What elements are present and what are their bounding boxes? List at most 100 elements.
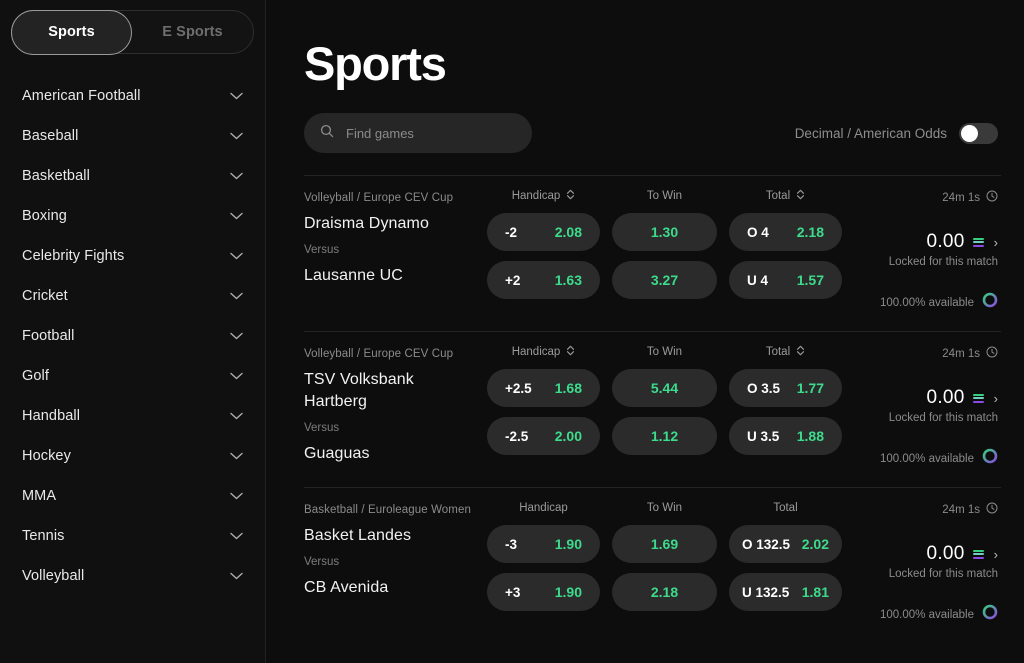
tab-esports-label: E Sports	[162, 24, 223, 40]
sidebar-item-hockey[interactable]: Hockey	[0, 436, 265, 476]
sidebar-item-label: Cricket	[22, 288, 68, 304]
sidebar-item-golf[interactable]: Golf	[0, 356, 265, 396]
search-input[interactable]: Find games	[304, 113, 532, 153]
toggle-knob	[961, 124, 978, 142]
match-timer-label: 24m 1s	[942, 347, 980, 360]
market-header: To Win	[612, 188, 717, 204]
sidebar-item-mma[interactable]: MMA	[0, 476, 265, 516]
market-header-label: To Win	[646, 346, 683, 358]
chevron-down-icon	[230, 372, 243, 380]
odds-pill-total-over[interactable]: O 3.5 1.77	[729, 369, 842, 407]
sort-icon[interactable]	[566, 345, 575, 359]
market-header[interactable]: Total	[729, 344, 842, 360]
sidebar-item-label: Celebrity Fights	[22, 248, 125, 264]
market-header-label: Total	[773, 502, 798, 514]
chevron-down-icon	[230, 92, 243, 100]
pill-odd: 2.18	[650, 584, 679, 600]
market-header[interactable]: Handicap	[487, 500, 600, 516]
sidebar-item-basketball[interactable]: Basketball	[0, 156, 265, 196]
odds-pill-total-under[interactable]: U 4 1.57	[729, 261, 842, 299]
chevron-down-icon	[230, 332, 243, 340]
locked-text: Locked for this match	[888, 412, 998, 424]
locked-text: Locked for this match	[888, 568, 998, 580]
odds-pill-towin-home[interactable]: 5.44	[612, 369, 717, 407]
match-row[interactable]: Basketball / Euroleague Women Basket Lan…	[304, 488, 1000, 625]
match-row[interactable]: Volleyball / Europe CEV Cup Draisma Dyna…	[304, 176, 1000, 313]
pill-line: O 132.5	[742, 536, 791, 552]
market-pills: 1.69 2.18	[612, 525, 717, 611]
odds-pill-towin-away[interactable]: 1.12	[612, 417, 717, 455]
pill-line: -2.5	[505, 428, 529, 444]
match-row[interactable]: Volleyball / Europe CEV Cup TSV Volksban…	[304, 332, 1000, 469]
odds-pill-handicap-home[interactable]: +2.5 1.68	[487, 369, 600, 407]
tab-esports[interactable]: E Sports	[132, 10, 253, 54]
sidebar-item-label: Baseball	[22, 128, 79, 144]
chevron-down-icon	[230, 172, 243, 180]
sidebar-item-football[interactable]: Football	[0, 316, 265, 356]
pill-line: +2	[505, 272, 521, 288]
odds-pill-towin-away[interactable]: 3.27	[612, 261, 717, 299]
pill-odd: 1.12	[650, 428, 679, 444]
odds-pill-towin-away[interactable]: 2.18	[612, 573, 717, 611]
match-timer: 24m 1s	[942, 190, 998, 205]
sidebar-item-boxing[interactable]: Boxing	[0, 196, 265, 236]
sidebar-item-label: Volleyball	[22, 568, 85, 584]
stake-row[interactable]: 0.00 ›	[926, 387, 998, 409]
tab-sports[interactable]: Sports	[11, 9, 132, 55]
availability-ring-icon	[982, 604, 998, 625]
odds-pill-handicap-away[interactable]: -2.5 2.00	[487, 417, 600, 455]
sidebar-item-cricket[interactable]: Cricket	[0, 276, 265, 316]
pill-odd: 1.63	[554, 272, 582, 288]
odds-pill-towin-home[interactable]: 1.69	[612, 525, 717, 563]
sidebar-item-american-football[interactable]: American Football	[0, 76, 265, 116]
market-header[interactable]: Total	[729, 500, 842, 516]
sort-icon[interactable]	[796, 345, 805, 359]
odds-pill-handicap-away[interactable]: +3 1.90	[487, 573, 600, 611]
sidebar-item-label: Football	[22, 328, 75, 344]
chevron-right-icon[interactable]: ›	[994, 392, 998, 405]
odds-format-control[interactable]: Decimal / American Odds	[795, 122, 1000, 144]
versus-label: Versus	[304, 244, 340, 256]
team-home: Basket Landes	[304, 527, 412, 544]
match-timer-label: 24m 1s	[942, 191, 980, 204]
availability-ring-icon	[982, 448, 998, 469]
odds-pill-handicap-away[interactable]: +2 1.63	[487, 261, 600, 299]
pill-odd: 1.69	[650, 536, 679, 552]
chevron-right-icon[interactable]: ›	[994, 548, 998, 561]
stake-row[interactable]: 0.00 ›	[926, 231, 998, 253]
odds-pill-total-under[interactable]: U 132.5 1.81	[729, 573, 842, 611]
availability-text: 100.00% available	[880, 452, 974, 465]
market-header-label: To Win	[646, 502, 683, 514]
market-total: Total O 132.5 2.02 U 132.5 1.81	[729, 500, 842, 625]
odds-format-toggle[interactable]	[959, 122, 998, 144]
match-league: Volleyball / Europe CEV Cup	[304, 348, 454, 360]
match-meta: 24m 1s 0.00 › Locked for this match 100.…	[842, 188, 1000, 313]
market-header[interactable]: Handicap	[487, 188, 600, 204]
chevron-right-icon[interactable]: ›	[994, 236, 998, 249]
market-header-label: Total	[765, 190, 791, 202]
market-header: To Win	[612, 344, 717, 360]
team-home: TSV Volksbank Hartberg	[304, 371, 414, 410]
sidebar-item-tennis[interactable]: Tennis	[0, 516, 265, 556]
odds-pill-handicap-home[interactable]: -2 2.08	[487, 213, 600, 251]
odds-pill-towin-home[interactable]: 1.30	[612, 213, 717, 251]
market-header[interactable]: Handicap	[487, 344, 600, 360]
odds-pill-total-over[interactable]: O 132.5 2.02	[729, 525, 842, 563]
odds-pill-handicap-home[interactable]: -3 1.90	[487, 525, 600, 563]
odds-pill-total-under[interactable]: U 3.5 1.88	[729, 417, 842, 455]
sidebar-item-baseball[interactable]: Baseball	[0, 116, 265, 156]
chevron-down-icon	[230, 532, 243, 540]
sort-icon[interactable]	[566, 189, 575, 203]
sidebar-item-handball[interactable]: Handball	[0, 396, 265, 436]
sort-icon[interactable]	[796, 189, 805, 203]
sidebar-item-celebrity-fights[interactable]: Celebrity Fights	[0, 236, 265, 276]
app-root: Sports E Sports American Football Baseba…	[0, 0, 1024, 663]
market-handicap: Handicap -2 2.08 +2 1.63	[487, 188, 600, 313]
sidebar-item-volleyball[interactable]: Volleyball	[0, 556, 265, 596]
odds-pill-total-over[interactable]: O 4 2.18	[729, 213, 842, 251]
pill-line: U 132.5	[742, 584, 790, 600]
stake-row[interactable]: 0.00 ›	[926, 543, 998, 565]
pill-odd: 2.18	[796, 224, 824, 240]
market-header[interactable]: Total	[729, 188, 842, 204]
pill-odd: 1.90	[554, 584, 582, 600]
